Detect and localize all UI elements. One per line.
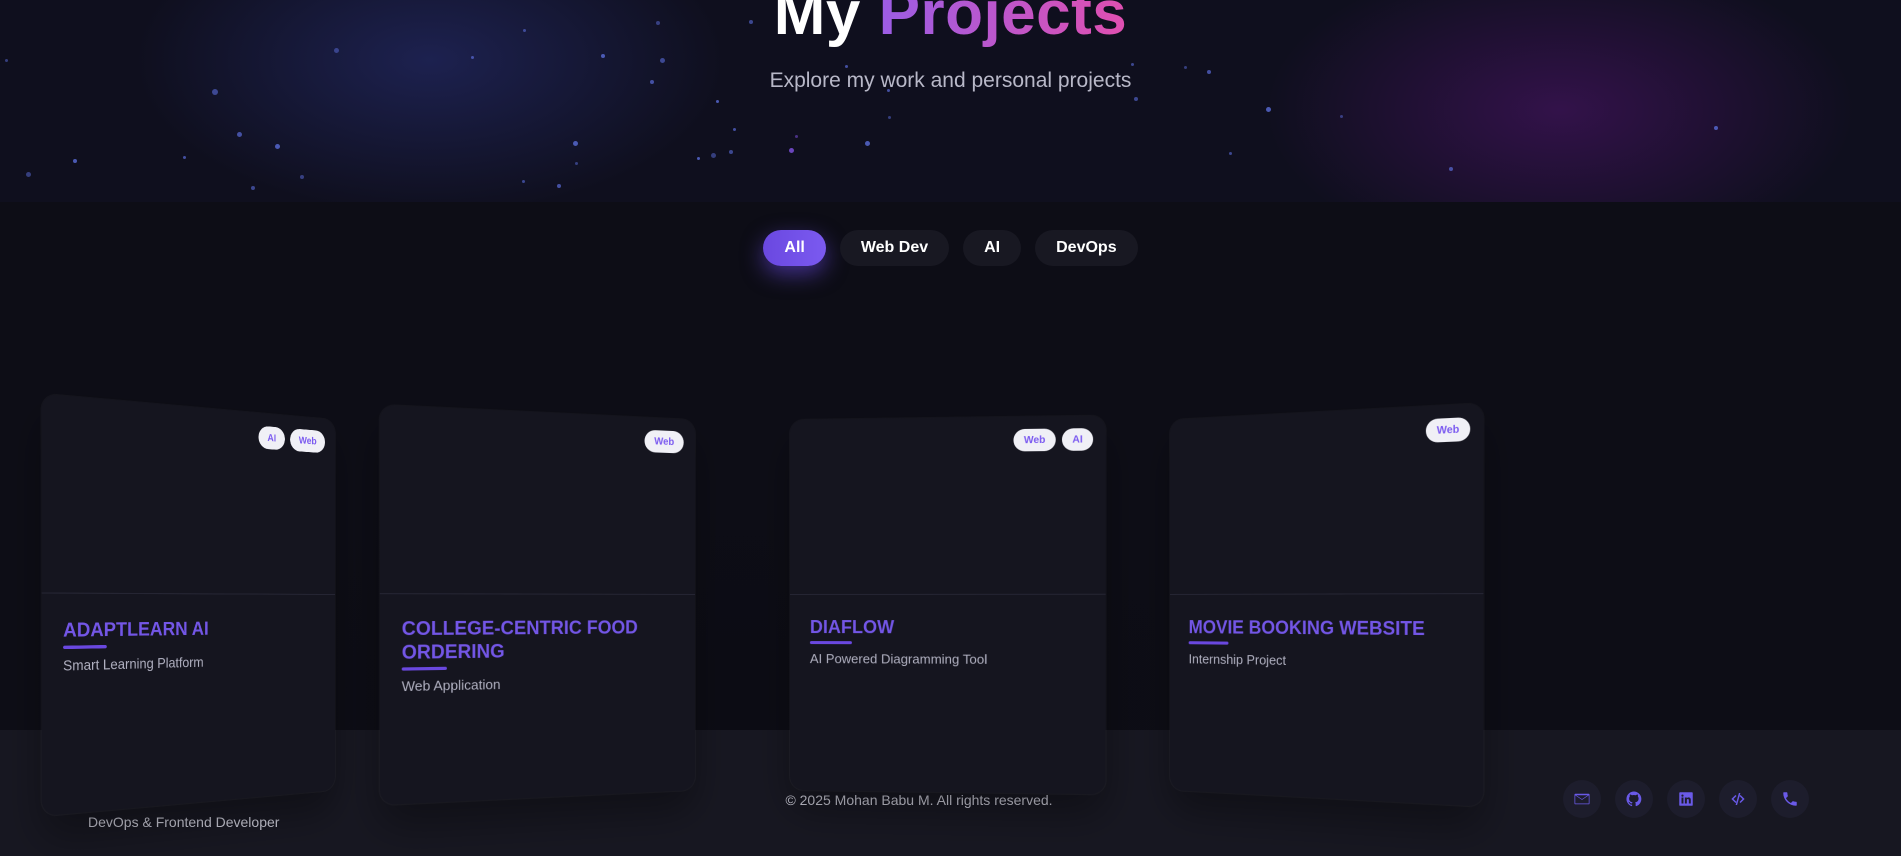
filter-all-button[interactable]: All bbox=[763, 230, 825, 266]
star-dot bbox=[795, 135, 798, 138]
code-link[interactable] bbox=[1719, 780, 1757, 818]
project-title: DiaFlow bbox=[810, 616, 1085, 639]
star-dot bbox=[1134, 97, 1138, 101]
title-underline bbox=[402, 667, 447, 671]
project-subtitle: Internship Project bbox=[1189, 651, 1286, 668]
mail-link[interactable] bbox=[1563, 780, 1601, 818]
star-dot bbox=[1131, 63, 1134, 66]
card-divider bbox=[42, 592, 335, 595]
star-dot bbox=[1340, 115, 1343, 118]
project-tag: Web bbox=[290, 428, 325, 453]
star-dot bbox=[660, 58, 665, 63]
star-dot bbox=[733, 128, 736, 131]
star-dot bbox=[5, 59, 8, 62]
code-icon bbox=[1729, 790, 1747, 808]
title-word-my: My bbox=[774, 0, 861, 48]
phone-link[interactable] bbox=[1771, 780, 1809, 818]
star-dot bbox=[1449, 167, 1453, 171]
project-card[interactable]: Web AI DiaFlow AI Powered Diagramming To… bbox=[790, 416, 1106, 795]
star-dot bbox=[26, 172, 31, 177]
project-subtitle: Web Application bbox=[402, 676, 501, 694]
star-dot bbox=[865, 141, 870, 146]
star-dot bbox=[711, 153, 716, 158]
star-dot bbox=[845, 65, 848, 68]
hero-section: My Projects Explore my work and personal… bbox=[0, 0, 1901, 202]
linkedin-link[interactable] bbox=[1667, 780, 1705, 818]
star-dot bbox=[1229, 152, 1232, 155]
filter-ai-button[interactable]: AI bbox=[963, 230, 1021, 266]
filter-web-dev-button[interactable]: Web Dev bbox=[840, 230, 949, 266]
project-card[interactable]: Web College-Centric Food Ordering Web Ap… bbox=[380, 405, 695, 805]
mail-icon bbox=[1573, 790, 1591, 808]
social-links bbox=[1563, 780, 1809, 818]
project-tags: Web bbox=[645, 430, 684, 454]
star-dot bbox=[73, 159, 77, 163]
star-dot bbox=[522, 180, 525, 183]
github-link[interactable] bbox=[1615, 780, 1653, 818]
star-dot bbox=[575, 162, 578, 165]
star-dot bbox=[557, 184, 561, 188]
footer-role: DevOps & Frontend Developer bbox=[88, 814, 279, 830]
title-underline bbox=[810, 641, 852, 644]
project-title: AdaptLearn AI bbox=[63, 616, 318, 642]
star-dot bbox=[888, 116, 891, 119]
star-dot bbox=[697, 157, 700, 160]
project-tags: Web AI bbox=[1014, 428, 1094, 451]
project-subtitle: Smart Learning Platform bbox=[63, 654, 203, 674]
project-tag: Web bbox=[1014, 429, 1056, 452]
project-tags: AI Web bbox=[259, 426, 325, 454]
card-divider bbox=[380, 593, 695, 595]
project-tag: Web bbox=[645, 430, 684, 454]
star-dot bbox=[1266, 107, 1271, 112]
filter-devops-button[interactable]: DevOps bbox=[1035, 230, 1137, 266]
star-dot bbox=[471, 56, 474, 59]
star-dot bbox=[1714, 126, 1718, 130]
title-underline bbox=[1189, 641, 1229, 644]
star-dot bbox=[300, 175, 304, 179]
project-card[interactable]: AI Web AdaptLearn AI Smart Learning Plat… bbox=[42, 394, 335, 816]
phone-icon bbox=[1781, 790, 1799, 808]
project-card[interactable]: Web Movie Booking Website Internship Pro… bbox=[1170, 403, 1483, 806]
page-title: My Projects bbox=[0, 0, 1901, 49]
project-tags: Web bbox=[1426, 417, 1470, 443]
project-filter-bar: All Web Dev AI DevOps bbox=[0, 230, 1901, 266]
title-word-projects: Projects bbox=[879, 0, 1128, 48]
star-dot bbox=[716, 100, 719, 103]
title-underline bbox=[63, 645, 107, 649]
linkedin-icon bbox=[1677, 790, 1695, 808]
star-dot bbox=[729, 150, 733, 154]
project-title: Movie Booking Website bbox=[1189, 616, 1462, 641]
project-title: College-Centric Food Ordering bbox=[402, 616, 676, 664]
star-dot bbox=[237, 132, 242, 137]
page-subtitle: Explore my work and personal projects bbox=[0, 69, 1901, 93]
star-dot bbox=[789, 148, 794, 153]
card-divider bbox=[790, 594, 1106, 595]
star-dot bbox=[275, 144, 280, 149]
star-dot bbox=[573, 141, 578, 146]
project-tag: Web bbox=[1426, 417, 1470, 443]
card-divider bbox=[1170, 593, 1483, 595]
star-dot bbox=[183, 156, 186, 159]
project-subtitle: AI Powered Diagramming Tool bbox=[810, 651, 987, 667]
github-icon bbox=[1625, 790, 1643, 808]
project-tag: AI bbox=[259, 426, 285, 451]
star-dot bbox=[601, 54, 605, 58]
star-dot bbox=[251, 186, 255, 190]
project-tag: AI bbox=[1062, 428, 1093, 451]
